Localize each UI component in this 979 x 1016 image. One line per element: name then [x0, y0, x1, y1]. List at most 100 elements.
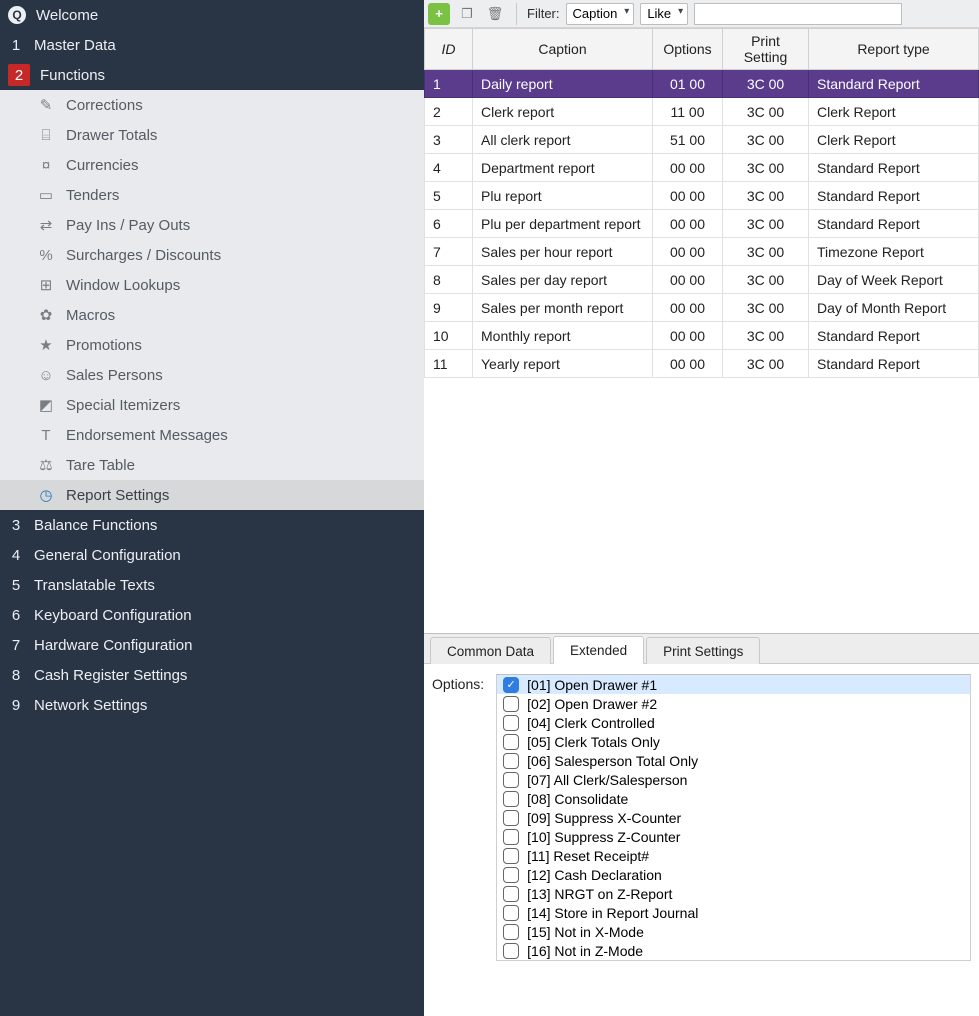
- cell-id: 7: [425, 238, 473, 266]
- filter-field-select[interactable]: Caption: [566, 3, 635, 25]
- sub-drawer-totals[interactable]: ⌸ Drawer Totals: [0, 120, 424, 150]
- logo-icon: Q: [8, 6, 26, 24]
- filter-op-select[interactable]: Like: [640, 3, 688, 25]
- tab-extended[interactable]: Extended: [553, 636, 644, 664]
- option-label: [05] Clerk Totals Only: [527, 734, 660, 750]
- checkbox[interactable]: [503, 715, 519, 731]
- table-row[interactable]: 7Sales per hour report00 003C 00Timezone…: [425, 238, 979, 266]
- filter-field-value: Caption: [573, 6, 618, 21]
- sub-macros[interactable]: ✿ Macros: [0, 300, 424, 330]
- checkbox[interactable]: ✓: [503, 677, 519, 693]
- promo-icon: ★: [36, 336, 56, 354]
- option-item[interactable]: [14] Store in Report Journal: [497, 903, 970, 922]
- option-label: [08] Consolidate: [527, 791, 628, 807]
- checkbox[interactable]: [503, 829, 519, 845]
- option-item[interactable]: ✓[01] Open Drawer #1: [497, 675, 970, 694]
- nav-general-config[interactable]: 4 General Configuration: [0, 540, 424, 570]
- checkbox[interactable]: [503, 905, 519, 921]
- checkbox[interactable]: [503, 772, 519, 788]
- add-button[interactable]: +: [428, 3, 450, 25]
- table-row[interactable]: 9Sales per month report00 003C 00Day of …: [425, 294, 979, 322]
- nav-welcome[interactable]: Q Welcome: [0, 0, 424, 30]
- option-item[interactable]: [07] All Clerk/Salesperson: [497, 770, 970, 789]
- cell-caption: Department report: [473, 154, 653, 182]
- tab-label: Print Settings: [663, 644, 743, 659]
- checkbox[interactable]: [503, 696, 519, 712]
- table-row[interactable]: 11Yearly report00 003C 00Standard Report: [425, 350, 979, 378]
- option-item[interactable]: [10] Suppress Z-Counter: [497, 827, 970, 846]
- option-item[interactable]: [09] Suppress X-Counter: [497, 808, 970, 827]
- sub-payins[interactable]: ⇄ Pay Ins / Pay Outs: [0, 210, 424, 240]
- col-caption[interactable]: Caption: [473, 29, 653, 70]
- table-row[interactable]: 1Daily report01 003C 00Standard Report: [425, 70, 979, 98]
- nav-keyboard-config[interactable]: 6 Keyboard Configuration: [0, 600, 424, 630]
- nav-label: Network Settings: [34, 697, 147, 714]
- checkbox[interactable]: [503, 734, 519, 750]
- table-row[interactable]: 5Plu report00 003C 00Standard Report: [425, 182, 979, 210]
- option-item[interactable]: [11] Reset Receipt#: [497, 846, 970, 865]
- sub-corrections[interactable]: ✎ Corrections: [0, 90, 424, 120]
- col-options[interactable]: Options: [653, 29, 723, 70]
- table-row[interactable]: 6Plu per department report00 003C 00Stan…: [425, 210, 979, 238]
- sub-report-settings[interactable]: ◷ Report Settings: [0, 480, 424, 510]
- nav-network[interactable]: 9 Network Settings: [0, 690, 424, 720]
- col-type[interactable]: Report type: [809, 29, 979, 70]
- sub-label: Tare Table: [66, 457, 135, 474]
- option-item[interactable]: [08] Consolidate: [497, 789, 970, 808]
- sub-endorsement[interactable]: T Endorsement Messages: [0, 420, 424, 450]
- tab-common[interactable]: Common Data: [430, 637, 551, 664]
- nav-balance[interactable]: 3 Balance Functions: [0, 510, 424, 540]
- nav-cash-register[interactable]: 8 Cash Register Settings: [0, 660, 424, 690]
- checkbox[interactable]: [503, 810, 519, 826]
- table-row[interactable]: 8Sales per day report00 003C 00Day of We…: [425, 266, 979, 294]
- table-row[interactable]: 3All clerk report51 003C 00Clerk Report: [425, 126, 979, 154]
- option-label: [02] Open Drawer #2: [527, 696, 657, 712]
- copy-button[interactable]: ❐: [456, 3, 478, 25]
- cell-caption: Daily report: [473, 70, 653, 98]
- option-item[interactable]: [04] Clerk Controlled: [497, 713, 970, 732]
- option-item[interactable]: [12] Cash Declaration: [497, 865, 970, 884]
- checkbox[interactable]: [503, 886, 519, 902]
- nav-master-data[interactable]: 1 Master Data: [0, 30, 424, 60]
- checkbox[interactable]: [503, 943, 519, 959]
- cell-caption: Monthly report: [473, 322, 653, 350]
- filter-op-value: Like: [647, 6, 671, 21]
- nav-num: 9: [8, 697, 24, 714]
- option-item[interactable]: [05] Clerk Totals Only: [497, 732, 970, 751]
- nav-hardware-config[interactable]: 7 Hardware Configuration: [0, 630, 424, 660]
- nav-translatable[interactable]: 5 Translatable Texts: [0, 570, 424, 600]
- cell-type: Timezone Report: [809, 238, 979, 266]
- sub-tare-table[interactable]: ⚖ Tare Table: [0, 450, 424, 480]
- option-item[interactable]: [02] Open Drawer #2: [497, 694, 970, 713]
- option-label: [04] Clerk Controlled: [527, 715, 655, 731]
- col-print[interactable]: Print Setting: [723, 29, 809, 70]
- card-icon: ▭: [36, 186, 56, 204]
- nav-num: 7: [8, 637, 24, 654]
- cell-options: 01 00: [653, 70, 723, 98]
- table-row[interactable]: 10Monthly report00 003C 00Standard Repor…: [425, 322, 979, 350]
- option-item[interactable]: [16] Not in Z-Mode: [497, 941, 970, 960]
- sub-label: Report Settings: [66, 487, 169, 504]
- sub-sales-persons[interactable]: ☺ Sales Persons: [0, 360, 424, 390]
- checkbox[interactable]: [503, 848, 519, 864]
- checkbox[interactable]: [503, 791, 519, 807]
- col-id[interactable]: ID: [425, 29, 473, 70]
- nav-functions[interactable]: 2 Functions: [0, 60, 424, 90]
- option-item[interactable]: [06] Salesperson Total Only: [497, 751, 970, 770]
- checkbox[interactable]: [503, 924, 519, 940]
- sub-promotions[interactable]: ★ Promotions: [0, 330, 424, 360]
- sub-tenders[interactable]: ▭ Tenders: [0, 180, 424, 210]
- checkbox[interactable]: [503, 867, 519, 883]
- sub-surcharges[interactable]: % Surcharges / Discounts: [0, 240, 424, 270]
- tab-print-settings[interactable]: Print Settings: [646, 637, 760, 664]
- option-item[interactable]: [13] NRGT on Z-Report: [497, 884, 970, 903]
- table-row[interactable]: 4Department report00 003C 00Standard Rep…: [425, 154, 979, 182]
- filter-input[interactable]: [694, 3, 902, 25]
- checkbox[interactable]: [503, 753, 519, 769]
- sub-special-itemizers[interactable]: ◩ Special Itemizers: [0, 390, 424, 420]
- sub-currencies[interactable]: ¤ Currencies: [0, 150, 424, 180]
- sub-window-lookups[interactable]: ⊞ Window Lookups: [0, 270, 424, 300]
- table-row[interactable]: 2Clerk report11 003C 00Clerk Report: [425, 98, 979, 126]
- option-item[interactable]: [15] Not in X-Mode: [497, 922, 970, 941]
- delete-button[interactable]: 🗑: [484, 3, 506, 25]
